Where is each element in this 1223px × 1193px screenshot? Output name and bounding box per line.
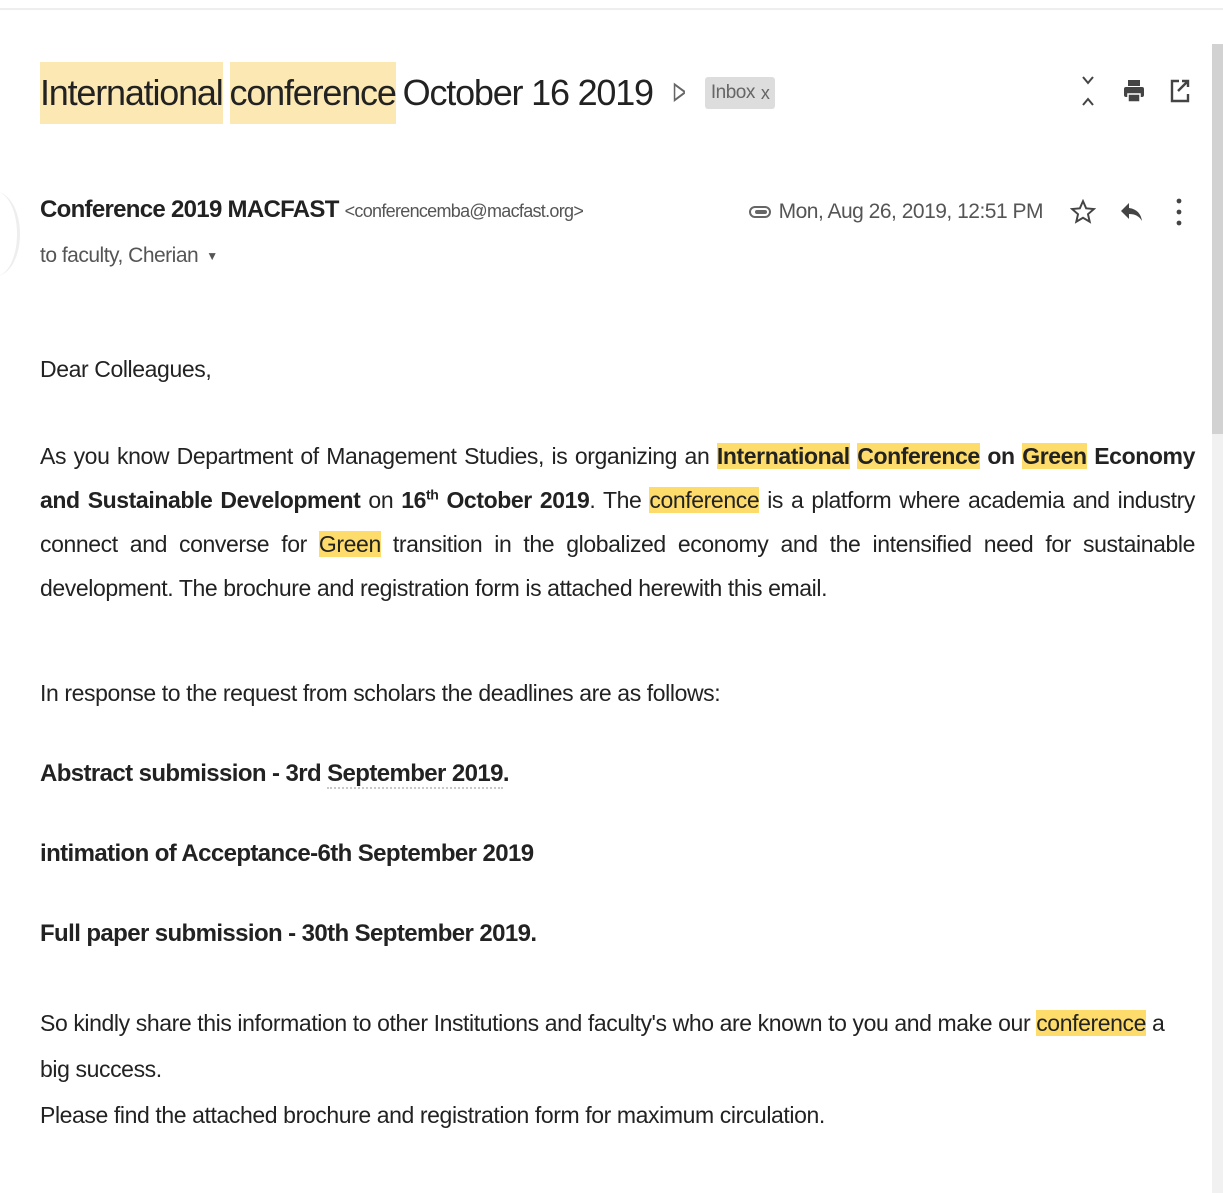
p1-date: 16 [401, 487, 427, 513]
subject-word-international: International [40, 62, 224, 124]
closing-line-1: So kindly share this information to othe… [40, 1000, 1195, 1092]
closing-highlight-conference: conference [1036, 1010, 1147, 1036]
label-chip-inbox[interactable]: Inbox x [704, 77, 776, 109]
remove-label-icon[interactable]: x [761, 83, 770, 104]
deadline-abstract: Abstract submission - 3rd September 2019… [40, 760, 1195, 789]
reply-icon[interactable] [1117, 192, 1145, 232]
p1-highlight-conference-2: conference [649, 487, 760, 513]
scrollbar[interactable] [1212, 44, 1223, 1193]
label-chip-text: Inbox [710, 82, 755, 103]
deadline-full-paper: Full paper submission - 30th September 2… [40, 920, 537, 947]
p1-text-2: on [360, 487, 402, 513]
p1-month: October 2019 [438, 487, 590, 513]
top-border [0, 8, 1223, 10]
deadlines-intro: In response to the request from scholars… [40, 680, 721, 706]
thread-toolbar [1075, 70, 1193, 112]
p1-highlight-international: International [716, 443, 850, 469]
avatar-edge [0, 192, 20, 276]
more-vertical-icon[interactable] [1165, 192, 1193, 232]
subject-word-conference: conference [229, 62, 397, 124]
show-details-icon[interactable]: ▼ [206, 249, 218, 263]
sender-name[interactable]: Conference 2019 MACFAST [40, 196, 339, 223]
message-date: Mon, Aug 26, 2019, 12:51 PM [778, 200, 1044, 223]
subject-line: International conference October 16 2019… [40, 62, 776, 124]
message-meta: Mon, Aug 26, 2019, 12:51 PM [748, 192, 1193, 232]
sender-email: <conferencemba@macfast.org> [344, 201, 584, 221]
p1-on: on [987, 443, 1015, 469]
greeting: Dear Colleagues, [40, 356, 212, 382]
closing-paragraph: So kindly share this information to othe… [40, 1000, 1195, 1138]
p1-highlight-conference: Conference [857, 443, 980, 469]
deadline-abstract-period: . [502, 760, 510, 787]
deadline-abstract-date[interactable]: September 2019 [327, 760, 503, 789]
p1-highlight-green: Green [1022, 443, 1087, 469]
importance-marker-icon[interactable]: ᐅ [672, 78, 686, 109]
recipients-text: to faculty, Cherian [40, 244, 199, 267]
p1-text-1: As you know Department of Management Stu… [40, 443, 717, 469]
open-new-window-icon[interactable] [1167, 70, 1193, 112]
body-paragraph-1: As you know Department of Management Stu… [40, 434, 1195, 610]
deadline-acceptance: intimation of Acceptance-6th September 2… [40, 840, 534, 867]
subject-word-date: October 16 2019 [402, 72, 654, 113]
p1-text-3: . The [589, 487, 650, 513]
attachment-icon [748, 205, 771, 219]
expand-collapse-icon[interactable] [1075, 70, 1101, 112]
print-icon[interactable] [1121, 70, 1147, 112]
scrollbar-thumb[interactable] [1212, 44, 1223, 434]
p1-highlight-green-2: Green [318, 531, 381, 557]
recipients-line[interactable]: to faculty, Cherian ▼ [40, 244, 218, 268]
closing-line-2: Please find the attached brochure and re… [40, 1102, 825, 1128]
deadline-abstract-text: Abstract submission - 3rd [40, 760, 328, 787]
p1-date-suffix: th [426, 486, 439, 503]
sender-line: Conference 2019 MACFAST <conferencemba@m… [40, 196, 584, 224]
star-icon[interactable] [1069, 192, 1097, 232]
closing-text-1: So kindly share this information to othe… [40, 1010, 1037, 1036]
